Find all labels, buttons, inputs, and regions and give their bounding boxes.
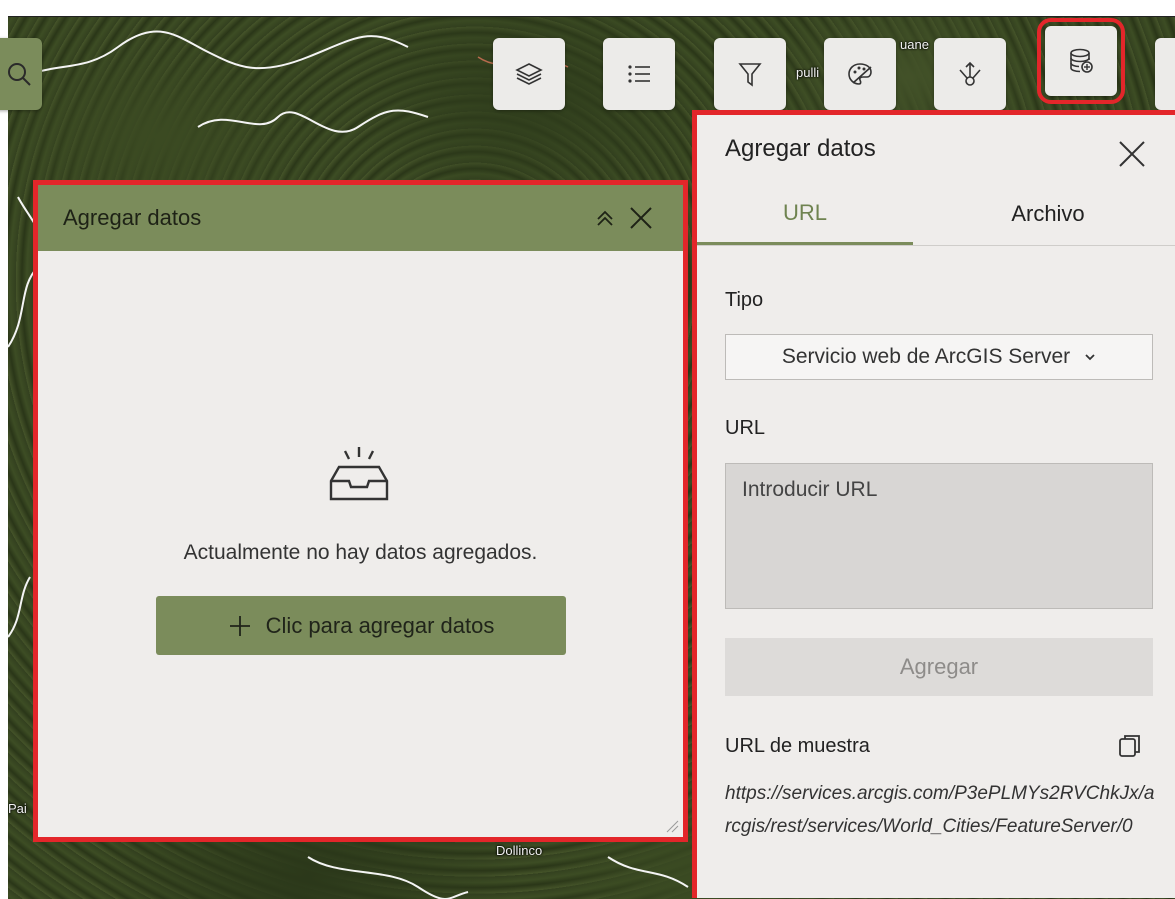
close-icon [630,207,652,229]
add-data-button[interactable]: Clic para agregar datos [156,596,566,655]
place-label: pulli [796,65,820,80]
filter-icon [738,63,762,87]
type-label: Tipo [725,289,764,311]
add-data-widget-panel: Agregar datos Actualmente no hay datos a… [33,180,688,842]
add-data-side-panel: Agregar datos URL Archivo Tipo Servicio … [692,110,1175,898]
more-tools-button[interactable] [1155,38,1175,110]
add-data-button-label: Clic para agregar datos [265,612,495,638]
search-icon [8,63,31,86]
palette-icon [848,63,872,85]
list-icon [628,65,650,83]
style-button[interactable] [824,38,896,110]
place-label: Dollinco [496,843,543,858]
share-button[interactable] [934,38,1006,110]
plus-icon [229,615,250,636]
filter-button[interactable] [714,38,786,110]
panel-header: Agregar datos [38,185,683,251]
share-icon [959,61,981,86]
add-data-button[interactable] [1037,18,1125,104]
panel-title: Agregar datos [63,205,202,230]
sample-url: https://services.arcgis.com/P3ePLMYs2RVC… [725,783,1155,837]
type-select[interactable]: Servicio web de ArcGIS Server [725,334,1153,380]
place-label: uane [900,37,929,52]
chevron-down-icon [1085,354,1095,361]
panel-title: Agregar datos [725,135,876,162]
sample-url-label: URL de muestra [725,735,870,757]
close-icon[interactable] [1115,137,1149,171]
tab-url[interactable]: URL [697,183,913,245]
tab-file[interactable]: Archivo [933,183,1163,245]
url-input[interactable]: Introducir URL [725,463,1153,609]
legend-button[interactable] [603,38,675,110]
resize-grip-icon[interactable] [665,819,679,833]
tab-bar: URL Archivo [697,183,1175,246]
chevrons-up-icon [597,210,613,226]
collapse-button[interactable] [587,200,623,236]
empty-inbox-icon [329,447,389,501]
close-button[interactable] [623,200,659,236]
layers-button[interactable] [493,38,565,110]
copy-icon[interactable] [1117,733,1143,759]
search-button[interactable] [0,38,42,110]
layers-icon [515,63,543,85]
place-label: Pai [8,801,27,816]
empty-message: Actualmente no hay datos agregados. [183,541,538,564]
agregar-button[interactable]: Agregar [725,638,1153,696]
type-select-value: Servicio web de ArcGIS Server [781,345,1071,368]
url-label: URL [725,417,766,439]
database-add-icon [1070,48,1093,73]
